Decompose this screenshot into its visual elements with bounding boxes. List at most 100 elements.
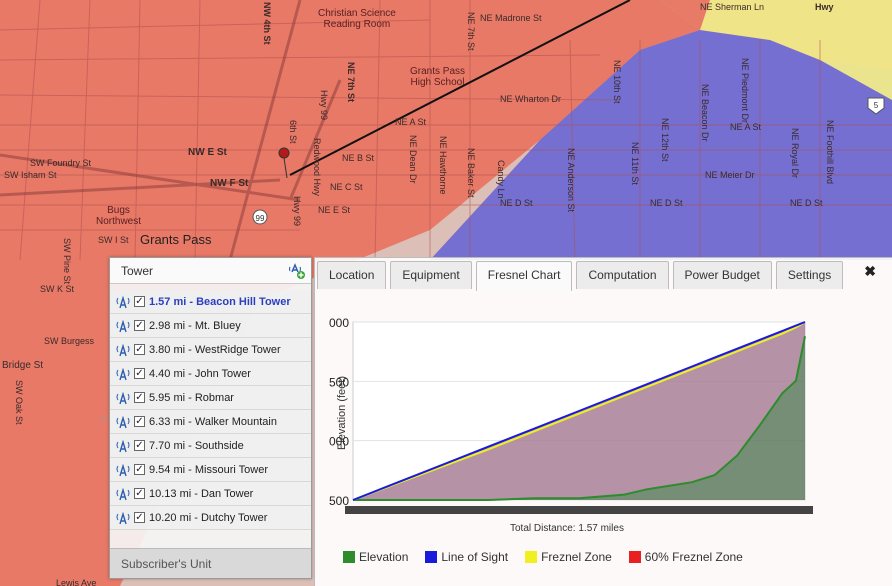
tower-icon bbox=[116, 439, 130, 452]
map-label-ne-beacon: NE Beacon Dr bbox=[700, 84, 710, 142]
subscriber-unit-label: Subscriber's Unit bbox=[121, 557, 212, 571]
tower-icon bbox=[116, 415, 130, 428]
map-label-sw-oak: SW Oak St bbox=[14, 380, 24, 425]
tower-label: 7.70 mi - Southside bbox=[149, 439, 244, 452]
tower-label: 1.57 mi - Beacon Hill Tower bbox=[149, 295, 291, 308]
tower-row[interactable]: ✓ 10.13 mi - Dan Tower bbox=[110, 482, 311, 506]
map-label-nw-4th: NW 4th St bbox=[262, 2, 272, 45]
map-label-sw-burgess: SW Burgess bbox=[44, 336, 95, 346]
map-label-grants-pass: Grants Pass bbox=[140, 232, 212, 247]
fresnel-chart: 000500000500Elevation (feet) bbox=[329, 316, 813, 514]
map-label-nw-f: NW F St bbox=[210, 178, 249, 189]
legend-swatch bbox=[425, 551, 438, 563]
map-label-sw-foundry: SW Foundry St bbox=[30, 158, 92, 168]
map-label-ne-royal: NE Royal Dr bbox=[790, 128, 800, 179]
tower-panel-title: Tower bbox=[121, 264, 154, 278]
tower-panel-header: Tower bbox=[110, 258, 311, 284]
map-label-ne-piedmont: NE Piedmont Dr bbox=[740, 58, 750, 124]
tower-checkbox[interactable]: ✓ bbox=[134, 344, 145, 355]
tower-checkbox[interactable]: ✓ bbox=[134, 512, 145, 523]
shield-5-label: 5 bbox=[874, 101, 879, 110]
legend-label: Freznel Zone bbox=[541, 550, 612, 564]
tower-row[interactable]: ✓ 1.57 mi - Beacon Hill Tower bbox=[110, 290, 311, 314]
map-label-ne-madrone: NE Madrone St bbox=[480, 13, 542, 23]
map-label-ne-hawthorne: NE Hawthorne bbox=[438, 136, 448, 195]
tower-label: 3.80 mi - WestRidge Tower bbox=[149, 343, 281, 356]
legend-label: Elevation bbox=[359, 550, 409, 564]
tower-checkbox[interactable]: ✓ bbox=[134, 416, 145, 427]
tower-checkbox[interactable]: ✓ bbox=[134, 488, 145, 499]
map-label-ne-a-west: NE A St bbox=[395, 117, 427, 127]
map-label-ne-7th: NE 7th St bbox=[346, 62, 356, 103]
tower-checkbox[interactable]: ✓ bbox=[134, 440, 145, 451]
legend-swatch bbox=[343, 551, 355, 563]
tower-row[interactable]: ✓ 2.98 mi - Mt. Bluey bbox=[110, 314, 311, 338]
tower-label: 9.54 mi - Missouri Tower bbox=[149, 463, 268, 476]
y-tick-label: 500 bbox=[329, 494, 349, 508]
panel-collapse-arrow-icon[interactable]: ▷ bbox=[101, 413, 108, 424]
tower-label: 6.33 mi - Walker Mountain bbox=[149, 415, 277, 428]
tower-label: 5.95 mi - Robmar bbox=[149, 391, 234, 404]
tower-icon bbox=[116, 511, 130, 524]
map-label-ne-10th: NE 10th St bbox=[612, 60, 622, 104]
subscriber-unit-section[interactable]: Subscriber's Unit bbox=[110, 548, 311, 578]
tower-label: 10.13 mi - Dan Tower bbox=[149, 487, 254, 500]
legend-label: 60% Freznel Zone bbox=[644, 550, 743, 564]
add-tower-icon[interactable] bbox=[288, 262, 306, 280]
legend-swatch bbox=[628, 551, 641, 563]
map-label-bugs-northwest: Bugs Northwest bbox=[96, 205, 142, 227]
tower-icon bbox=[116, 343, 130, 356]
map-label-ne-d-west: NE D St bbox=[500, 198, 533, 208]
tower-label: 2.98 mi - Mt. Bluey bbox=[149, 319, 241, 332]
map-label-hwy99-south: Hwy 99 bbox=[292, 196, 302, 227]
legend-item[interactable]: Line of Sight bbox=[425, 550, 508, 564]
tower-checkbox[interactable]: ✓ bbox=[134, 320, 145, 331]
tower-row[interactable]: ✓ 9.54 mi - Missouri Tower bbox=[110, 458, 311, 482]
tower-checkbox[interactable]: ✓ bbox=[134, 296, 145, 307]
map-label-ne-11th: NE 11th St bbox=[630, 142, 640, 185]
map-label-ne-baker: NE Baker St bbox=[466, 148, 476, 198]
legend-label: Line of Sight bbox=[441, 550, 509, 564]
tower-icon bbox=[116, 391, 130, 404]
map-label-bridge: Bridge St bbox=[2, 360, 44, 371]
map-label-ne-b: NE B St bbox=[342, 153, 375, 163]
map-label-candy-ln: Candy Ln bbox=[496, 160, 506, 199]
legend-item[interactable]: Freznel Zone bbox=[525, 550, 612, 564]
tower-row[interactable]: ✓ 4.40 mi - John Tower bbox=[110, 362, 311, 386]
map-label-hwy99-north: Hwy 99 bbox=[319, 90, 329, 121]
tower-icon bbox=[116, 295, 130, 308]
legend-item[interactable]: Elevation bbox=[343, 550, 408, 564]
x-tick-labels-cluster bbox=[345, 506, 813, 514]
tower-row[interactable]: ✓ 7.70 mi - Southside bbox=[110, 434, 311, 458]
map-label-christian-science: Christian Science Reading Room bbox=[318, 8, 396, 30]
map-label-ne-anderson: NE Anderson St bbox=[566, 148, 576, 213]
tower-checkbox[interactable]: ✓ bbox=[134, 368, 145, 379]
tower-checkbox[interactable]: ✓ bbox=[134, 392, 145, 403]
tower-icon bbox=[116, 463, 130, 476]
map-label-ne-7th-top: NE 7th St bbox=[466, 12, 476, 51]
map-label-sw-pine: SW Pine St bbox=[62, 238, 72, 285]
map-label-sw-k: SW K St bbox=[40, 284, 75, 294]
map-label-ne-c: NE C St bbox=[330, 182, 363, 192]
tower-row[interactable]: ✓ 3.80 mi - WestRidge Tower bbox=[110, 338, 311, 362]
chart-x-axis-label: Total Distance: 1.57 miles bbox=[510, 523, 624, 534]
tower-label: 10.20 mi - Dutchy Tower bbox=[149, 511, 268, 524]
legend-item[interactable]: 60% Freznel Zone bbox=[628, 550, 743, 564]
y-tick-label: 000 bbox=[329, 316, 349, 330]
tower-icon bbox=[116, 319, 130, 332]
detail-panel: Location Equipment Fresnel Chart Computatio… bbox=[314, 257, 892, 586]
tower-row[interactable]: ✓ 10.20 mi - Dutchy Tower bbox=[110, 506, 311, 530]
tower-row[interactable]: ✓ 6.33 mi - Walker Mountain bbox=[110, 410, 311, 434]
map-label-sw-isham: SW Isham St bbox=[4, 170, 57, 180]
tower-panel: Tower ✓ 1.57 mi - Beacon Hill Tower ✓ 2.98 … bbox=[109, 257, 312, 579]
tower-list: ✓ 1.57 mi - Beacon Hill Tower ✓ 2.98 mi - M… bbox=[110, 290, 311, 530]
map-label-ne-dean: NE Dean Dr bbox=[408, 135, 418, 184]
map-label-ne-foothill: NE Foothill Blvd bbox=[825, 120, 835, 185]
map-label-6th: 6th St bbox=[288, 120, 298, 144]
map-label-grants-pass-high: Grants Pass High School bbox=[410, 66, 466, 88]
chart-legend: Elevation Line of Sight Freznel Zone 60% Fr… bbox=[343, 550, 760, 564]
tower-checkbox[interactable]: ✓ bbox=[134, 464, 145, 475]
tower-row[interactable]: ✓ 5.95 mi - Robmar bbox=[110, 386, 311, 410]
tower-icon bbox=[116, 367, 130, 380]
map-label-ne-wharton: NE Wharton Dr bbox=[500, 94, 562, 104]
